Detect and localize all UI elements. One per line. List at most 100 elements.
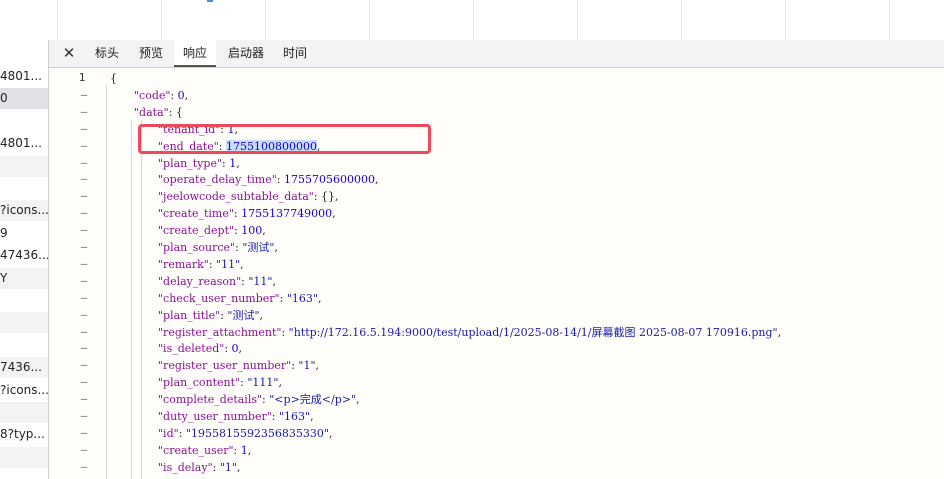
- json-value: : {},: [313, 190, 339, 204]
- json-value: "测试": [227, 308, 260, 322]
- request-list-item[interactable]: 9: [0, 223, 48, 244]
- json-value: ,: [247, 443, 252, 457]
- json-key: "code": [134, 88, 171, 102]
- tab-timing[interactable]: 时间: [276, 40, 314, 67]
- fold-marker: –: [80, 121, 88, 135]
- code-line: "plan_content": "111",: [158, 374, 282, 391]
- json-value: :: [178, 426, 186, 440]
- json-value: ,: [259, 308, 264, 322]
- code-line: "operate_delay_time": 1755705600000,: [158, 171, 378, 188]
- json-value: :: [212, 460, 220, 474]
- fold-marker: –: [80, 256, 88, 270]
- request-list-item[interactable]: 7436...: [0, 357, 48, 379]
- json-value: :: [170, 88, 178, 102]
- indent-guide: [131, 120, 132, 479]
- json-key: "duty_user_number": [158, 410, 272, 423]
- code-line: "plan_source": "测试",: [158, 239, 278, 256]
- fold-marker: –: [80, 240, 88, 253]
- json-value: ,: [328, 426, 333, 440]
- json-key: "operate_delay_time": [158, 173, 277, 187]
- request-list-item[interactable]: 4801...: [0, 133, 48, 154]
- request-list-item[interactable]: ?icons...: [0, 200, 48, 222]
- timeline-strip: [0, 0, 944, 41]
- json-value: "1": [298, 359, 316, 373]
- timeline-column: [369, 0, 370, 40]
- json-value: :: [271, 410, 279, 423]
- json-value: "http://172.16.5.194:9000/test/upload/1/…: [288, 325, 778, 339]
- json-value: "1": [219, 460, 237, 474]
- highlight-annotation-box: [138, 124, 431, 154]
- json-key: "create_dept": [158, 224, 235, 238]
- json-value: "1955815592356835330": [185, 426, 329, 440]
- json-value: ,: [238, 342, 243, 356]
- tab-preview[interactable]: 预览: [132, 40, 170, 67]
- code-line: "plan_type": 1,: [158, 155, 240, 172]
- fold-marker: –: [80, 409, 88, 422]
- request-list-item[interactable]: [0, 402, 48, 423]
- json-value: : {: [168, 105, 183, 119]
- request-list-item[interactable]: [0, 335, 48, 356]
- request-list-item[interactable]: [0, 446, 48, 468]
- json-key: "plan_type": [158, 156, 223, 170]
- json-value: "163": [286, 291, 318, 305]
- tab-headers[interactable]: 标头: [88, 40, 126, 67]
- request-list-item[interactable]: [0, 111, 48, 132]
- tab-initiator[interactable]: 启动器: [222, 40, 270, 67]
- json-value: ,: [272, 274, 276, 288]
- json-value: ,: [315, 359, 320, 373]
- timeline-marker: [207, 0, 213, 2]
- request-list-item[interactable]: [0, 155, 48, 177]
- code-line: "duty_user_number": "163",: [158, 408, 314, 425]
- code-line: "complete_details": "<p>完成</p>",: [158, 391, 360, 408]
- fold-marker: –: [80, 358, 88, 372]
- code-line: "register_user_number": "1",: [158, 357, 319, 374]
- code-line: "remark": "11",: [158, 256, 244, 273]
- fold-marker: –: [80, 223, 88, 237]
- json-value: :: [224, 342, 232, 356]
- request-list-item[interactable]: [0, 290, 48, 311]
- fold-marker: –: [80, 392, 88, 406]
- json-value: {: [110, 72, 117, 85]
- json-value: "<p>完成</p>": [269, 393, 357, 407]
- fold-marker: –: [80, 138, 88, 152]
- json-value: ,: [236, 156, 240, 170]
- timeline-column: [161, 0, 162, 40]
- json-key: "register_user_number": [158, 359, 292, 373]
- json-key: "create_time": [158, 207, 234, 221]
- request-list-item[interactable]: 47436...: [0, 245, 48, 266]
- code-line: "create_dept": 100,: [158, 222, 266, 239]
- request-list-item[interactable]: [0, 312, 48, 334]
- request-list-item[interactable]: 0: [0, 88, 48, 110]
- code-line: "code": 0,: [134, 87, 188, 104]
- json-key: "plan_source": [158, 241, 236, 254]
- json-value: :: [276, 173, 284, 187]
- request-list[interactable]: 4801... 0 4801... ?icons... 9 47436... Y 7436..…: [0, 40, 49, 479]
- request-list-item[interactable]: [0, 469, 48, 479]
- code-line: "register_attachment": "http://172.16.5.…: [158, 324, 781, 341]
- json-value: 1: [240, 443, 248, 457]
- json-key: "complete_details": [158, 393, 263, 407]
- fold-marker: –: [80, 290, 88, 304]
- json-key: "jeelowcode_subtable_data": [158, 190, 314, 204]
- fold-marker: –: [80, 273, 88, 287]
- fold-marker: –: [80, 206, 88, 220]
- indent-guide: [106, 86, 107, 479]
- request-list-item[interactable]: ?icons...: [0, 380, 48, 401]
- json-value: ,: [274, 241, 278, 254]
- json-value: :: [208, 257, 217, 271]
- request-list-item[interactable]: [0, 178, 48, 199]
- json-value: "163": [279, 410, 311, 423]
- json-value: ,: [777, 325, 782, 339]
- code-line: "is_deleted": 0,: [158, 340, 242, 357]
- tab-response[interactable]: 响应: [174, 40, 216, 67]
- close-icon[interactable]: ✕: [61, 44, 77, 62]
- request-list-item[interactable]: Y: [0, 267, 48, 289]
- fold-marker: –: [80, 341, 88, 355]
- json-key: "plan_title": [158, 308, 221, 322]
- request-list-item[interactable]: 8?typ...: [0, 424, 48, 445]
- fold-marker: –: [80, 425, 88, 439]
- json-key: "check_user_number": [158, 291, 280, 305]
- json-value: ,: [317, 291, 322, 305]
- json-key: "remark": [158, 257, 209, 271]
- request-list-item[interactable]: 4801...: [0, 66, 48, 87]
